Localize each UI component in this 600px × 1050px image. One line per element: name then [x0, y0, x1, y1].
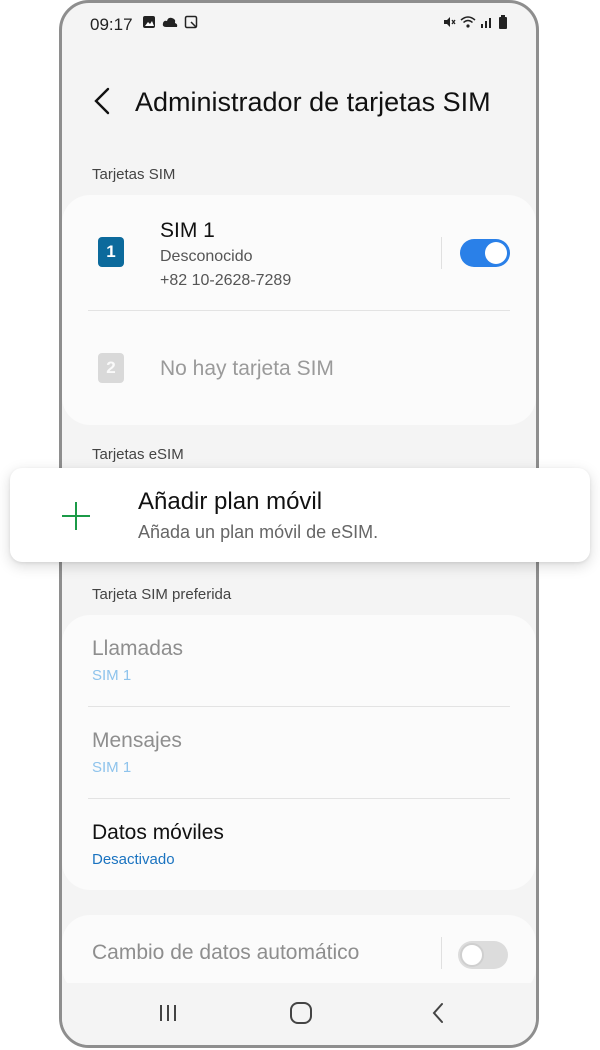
sim1-number: +82 10-2628-7289 [160, 272, 292, 289]
back-button[interactable] [88, 83, 118, 119]
status-icons-right [442, 15, 508, 29]
sim1-title: SIM 1 [160, 219, 215, 242]
chevron-left-icon [94, 87, 110, 115]
pref-calls-title: Llamadas [92, 637, 184, 660]
recent-apps-button[interactable] [148, 995, 188, 1031]
battery-icon [499, 15, 507, 29]
vertical-separator [441, 937, 442, 969]
sim2-title: No hay tarjeta SIM [160, 357, 334, 380]
preferred-card-group: Llamadas SIM 1 Mensajes SIM 1 Datos móvi… [62, 615, 536, 890]
sim1-toggle[interactable] [460, 239, 510, 267]
vertical-separator [441, 237, 442, 269]
status-icons-left [142, 15, 198, 29]
pref-messages-value: SIM 1 [92, 759, 132, 776]
plus-icon [62, 502, 90, 530]
home-button[interactable] [281, 995, 321, 1031]
mute-icon [444, 17, 456, 27]
app-header: Administrador de tarjetas SIM [62, 73, 536, 133]
navigation-bar [62, 983, 536, 1045]
back-arrow-icon [432, 1003, 443, 1023]
pref-data-value: Desactivado [92, 851, 175, 868]
signal-icon [481, 18, 491, 28]
pref-calls-value: SIM 1 [92, 667, 132, 684]
add-plan-subtitle: Añada un plan móvil de eSIM. [138, 522, 379, 542]
nav-back-button[interactable] [418, 995, 458, 1031]
auto-switch-title: Cambio de datos automático [92, 941, 360, 964]
cloud-icon [162, 17, 178, 27]
add-mobile-plan-button[interactable]: Añadir plan móvil Añada un plan móvil de… [10, 468, 590, 562]
section-label-sim: Tarjetas SIM [92, 166, 176, 183]
pref-row-messages[interactable]: Mensajes SIM 1 [62, 707, 536, 799]
pref-data-title: Datos móviles [92, 821, 224, 844]
wifi-icon [460, 16, 476, 28]
add-plan-title: Añadir plan móvil [138, 488, 323, 515]
section-label-esim: Tarjetas eSIM [92, 446, 184, 463]
sim-card-group: 1 SIM 1 Desconocido +82 10-2628-7289 2 N… [62, 195, 536, 425]
page-title: Administrador de tarjetas SIM [135, 87, 491, 117]
sim2-badge-icon: 2 [98, 353, 124, 383]
status-time: 09:17 [90, 15, 133, 34]
pref-row-calls[interactable]: Llamadas SIM 1 [62, 615, 536, 707]
pref-row-mobile-data[interactable]: Datos móviles Desactivado [62, 799, 536, 891]
recent-apps-icon [160, 1005, 176, 1021]
status-bar: 09:17 [62, 3, 536, 47]
auto-switch-toggle[interactable] [458, 941, 508, 969]
sim1-row[interactable]: 1 SIM 1 Desconocido +82 10-2628-7289 [62, 195, 536, 310]
home-icon [290, 1002, 312, 1024]
section-label-preferred: Tarjeta SIM preferida [92, 586, 232, 603]
sim1-badge-icon: 1 [98, 237, 124, 267]
sim1-carrier: Desconocido [160, 248, 253, 265]
screenshot-icon [184, 15, 198, 29]
pref-messages-title: Mensajes [92, 729, 182, 752]
gallery-icon [143, 16, 155, 28]
sim2-row: 2 No hay tarjeta SIM [62, 311, 536, 426]
